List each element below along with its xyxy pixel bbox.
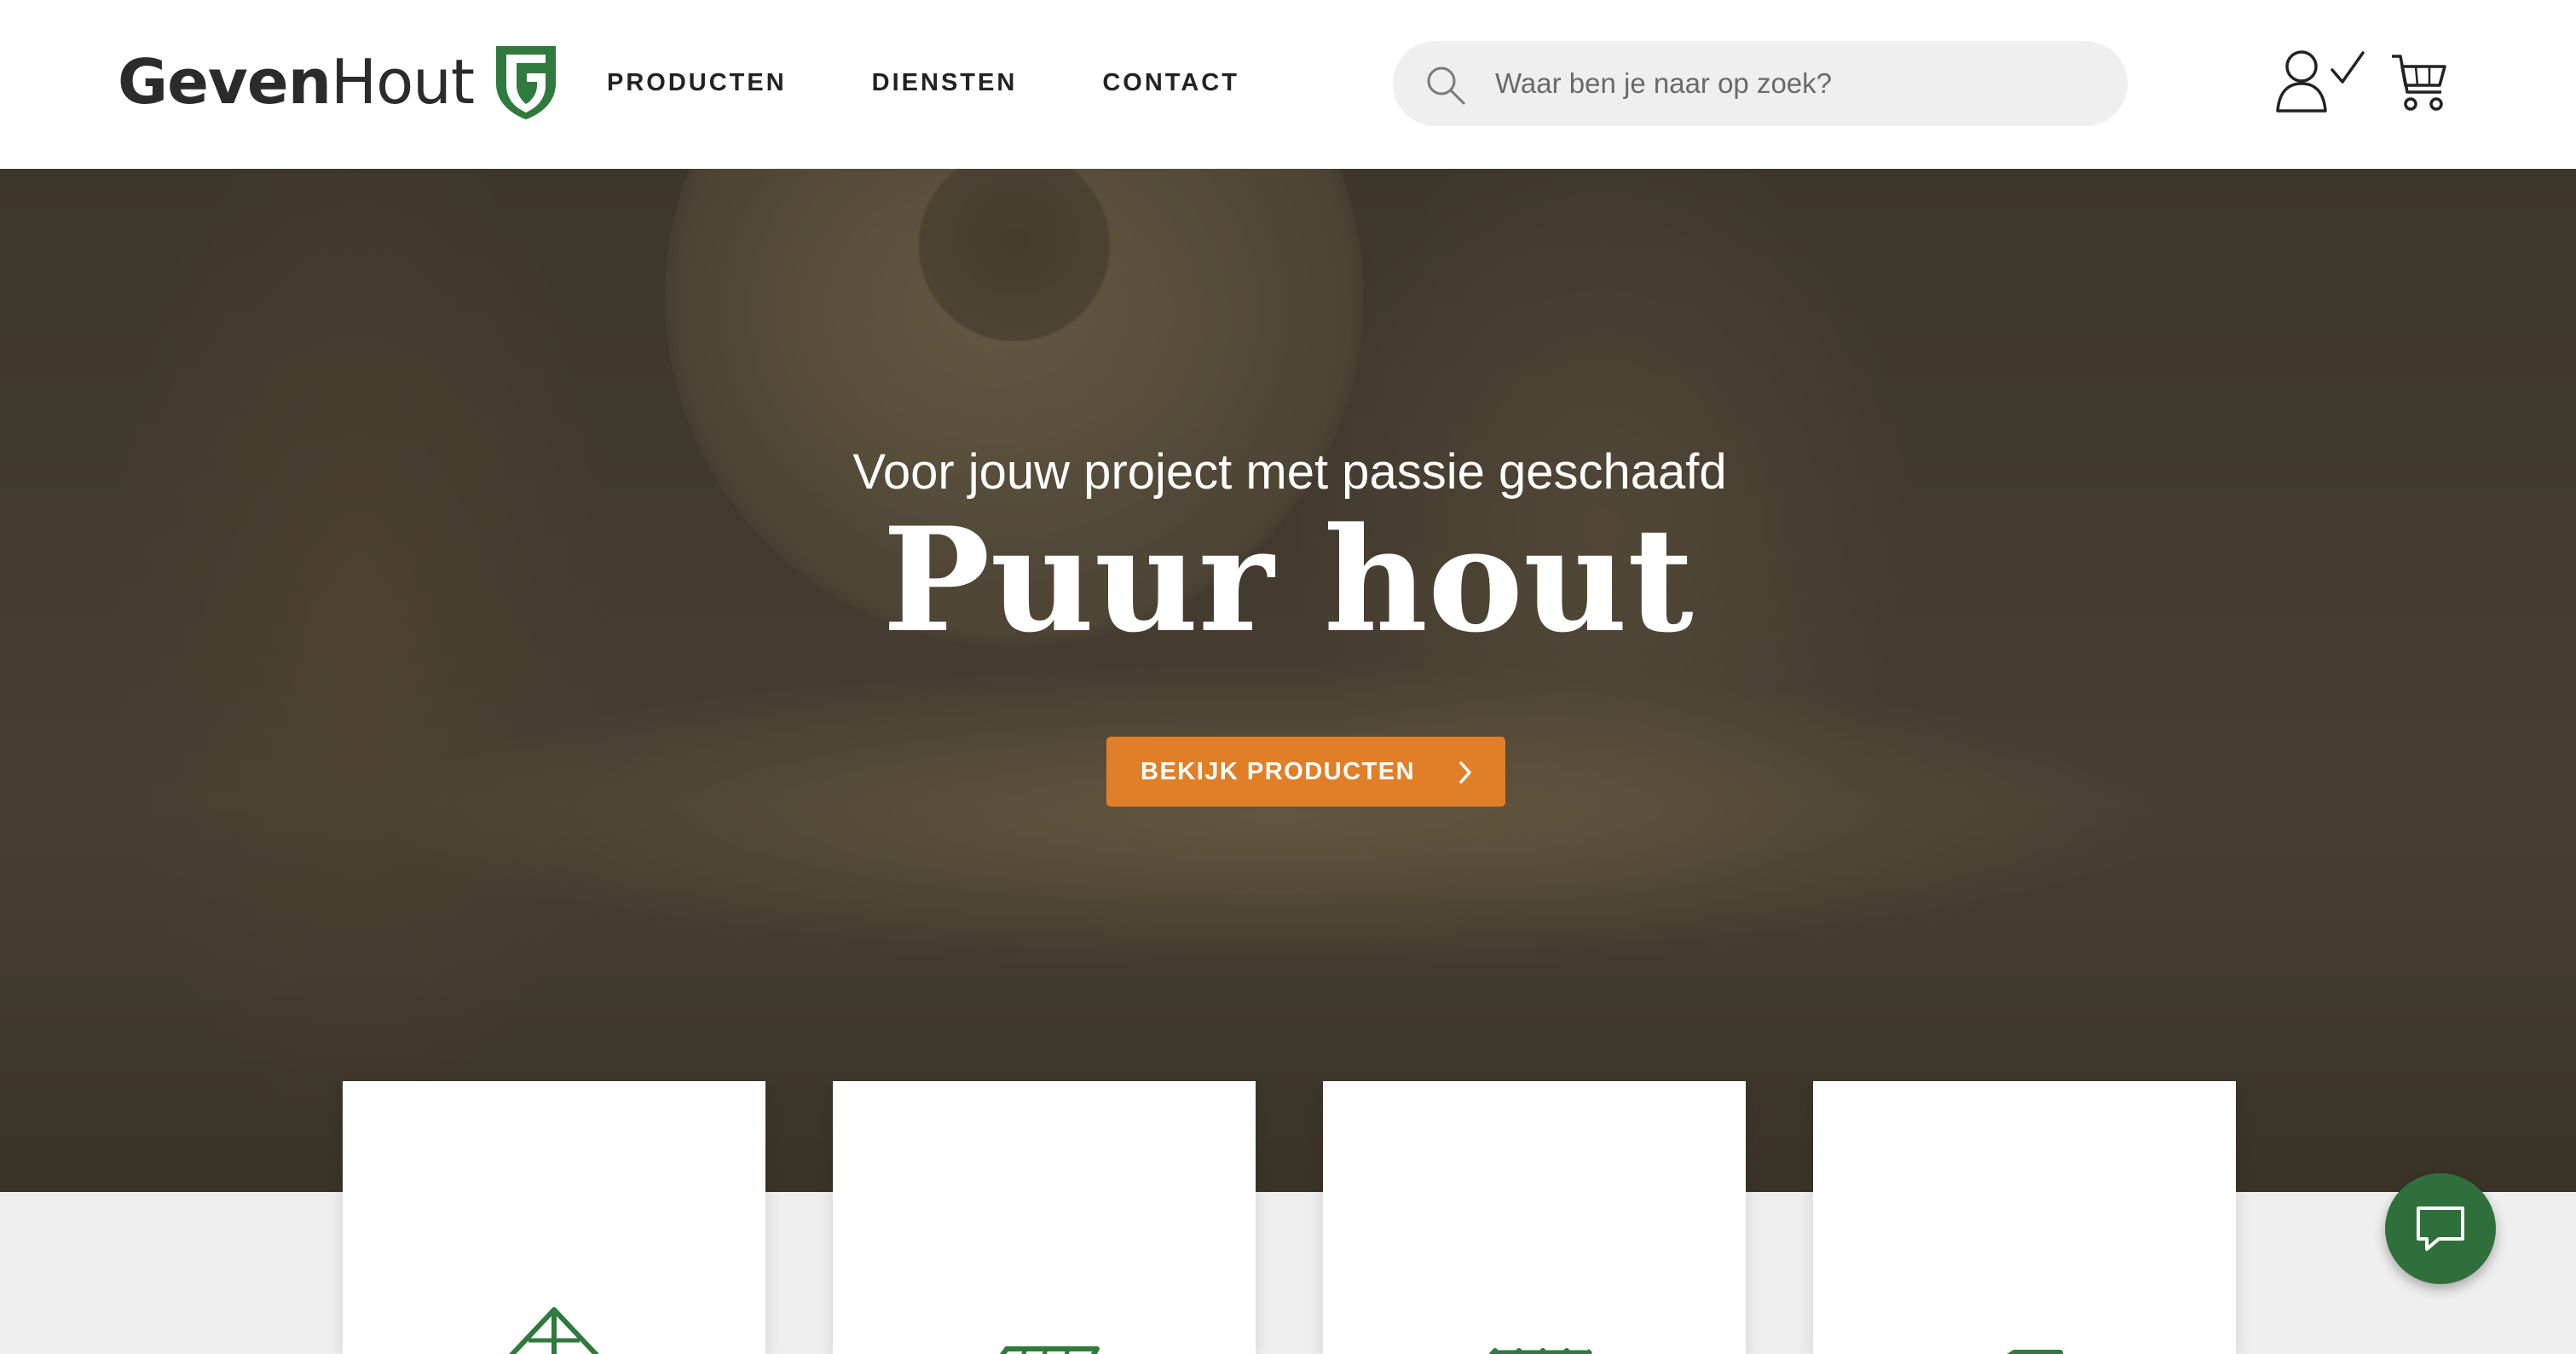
main-nav: PRODUCTEN DIENSTEN CONTACT [607, 65, 1325, 101]
chevron-right-icon [1459, 761, 1471, 784]
category-card-2[interactable] [833, 1081, 1256, 1354]
hero-overlay [0, 169, 2576, 1192]
chat-bubble-icon [2417, 1206, 2464, 1251]
search-icon[interactable] [1424, 63, 1468, 107]
search-input[interactable] [1495, 60, 2092, 107]
hero-subtitle: Voor jouw project met passie geschaafd [852, 444, 1727, 500]
stacked-boards-icon [2007, 1350, 2063, 1354]
search-bar[interactable] [1393, 41, 2128, 126]
roof-beam-icon [509, 1307, 599, 1354]
site-header: GevenHout PRODUCTEN DIENSTEN CONTACT [0, 0, 2576, 169]
nav-item-diensten[interactable]: DIENSTEN [872, 65, 1018, 101]
category-card-1[interactable] [343, 1081, 765, 1354]
account-check-icon[interactable] [2274, 48, 2370, 114]
shopping-cart-icon[interactable] [2390, 49, 2448, 116]
nav-item-producten[interactable]: PRODUCTEN [607, 65, 787, 101]
nav-item-contact[interactable]: CONTACT [1102, 65, 1239, 101]
category-card-3[interactable] [1323, 1081, 1746, 1354]
chat-button[interactable] [2385, 1173, 2496, 1284]
logo-shield-icon [496, 46, 557, 119]
hero-title: Puur hout [882, 495, 1694, 664]
deck-planks-icon [999, 1346, 1100, 1354]
logo-wordmark: GevenHout [118, 46, 475, 118]
hero-banner: Voor jouw project met passie geschaafd P… [0, 169, 2576, 1192]
view-products-button[interactable]: BEKIJK PRODUCTEN [1106, 737, 1505, 807]
category-card-4[interactable] [1813, 1081, 2236, 1354]
site-logo[interactable]: GevenHout [118, 39, 559, 124]
view-products-label: BEKIJK PRODUCTEN [1141, 757, 1416, 785]
fence-icon [1488, 1348, 1593, 1354]
